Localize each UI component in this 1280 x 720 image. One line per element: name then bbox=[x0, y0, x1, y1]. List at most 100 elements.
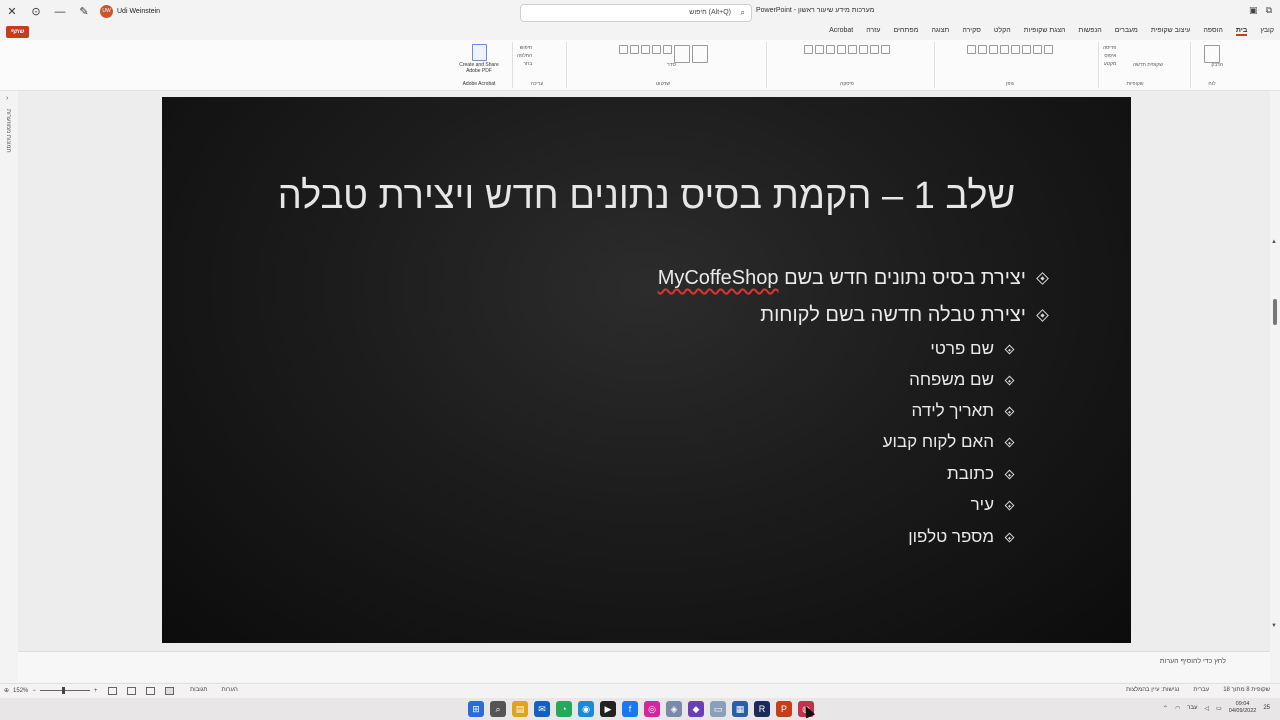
shadow-icon[interactable] bbox=[1011, 45, 1020, 54]
field-birth-date[interactable]: תאריך לידה bbox=[912, 401, 1015, 421]
tab-developer[interactable]: מפתחים bbox=[894, 27, 919, 36]
tab-transitions[interactable]: מעברים bbox=[1115, 27, 1138, 36]
slide[interactable]: שלב 1 – הקמת בסיס נתונים חדש ויצירת טבלה… bbox=[162, 97, 1131, 643]
comments-button[interactable]: תגובות bbox=[190, 687, 208, 693]
language-switch[interactable]: עבר bbox=[1187, 705, 1197, 711]
facebook-icon[interactable]: f bbox=[622, 701, 638, 717]
zoom-in-icon[interactable]: + bbox=[94, 688, 98, 694]
create-pdf-button[interactable]: Create and Share Adobe PDF Adobe Acrobat bbox=[452, 42, 506, 88]
scroll-down-icon[interactable]: ▼ bbox=[1271, 623, 1277, 629]
presenter-view-icon[interactable] bbox=[108, 687, 117, 695]
search-input[interactable]: חיפוש (Alt+Q) ⌕ bbox=[520, 4, 752, 22]
tab-slideshow[interactable]: הצגת שקופיות bbox=[1024, 27, 1066, 36]
start-icon[interactable]: ⊞ bbox=[468, 701, 484, 717]
expand-pane-icon[interactable]: › bbox=[6, 95, 8, 102]
rectangle-icon[interactable] bbox=[618, 45, 628, 54]
tab-help[interactable]: עזרה bbox=[866, 27, 880, 36]
reset-button[interactable]: איפוס bbox=[1104, 53, 1116, 59]
field-phone[interactable]: מספר טלפון bbox=[908, 527, 1015, 547]
arrange-icon[interactable] bbox=[673, 45, 690, 63]
autosave-icon[interactable]: ⊙ bbox=[28, 4, 44, 20]
notes-placeholder[interactable]: לחץ כדי להוסיף הערות bbox=[1160, 658, 1226, 665]
restore-icon[interactable]: ⧉ bbox=[1266, 5, 1272, 16]
tab-acrobat[interactable]: Acrobat bbox=[829, 27, 853, 36]
present-icon[interactable]: ▣ bbox=[1249, 5, 1258, 16]
scroll-thumb[interactable] bbox=[1273, 299, 1277, 325]
visual-studio-icon[interactable]: ◆ bbox=[688, 701, 704, 717]
replace-button[interactable]: החלפה bbox=[517, 53, 532, 59]
paste-icon[interactable] bbox=[1204, 45, 1220, 63]
edge-icon[interactable]: ◉ bbox=[578, 701, 594, 717]
notification-badge[interactable]: 25 bbox=[1263, 705, 1270, 711]
tab-design[interactable]: עיצוב שקופית bbox=[1151, 27, 1191, 36]
file-explorer-icon[interactable]: ▤ bbox=[512, 701, 528, 717]
bullets-icon[interactable] bbox=[804, 45, 813, 54]
sorter-view-icon[interactable] bbox=[146, 687, 155, 695]
zoom-slider[interactable] bbox=[39, 687, 90, 694]
powerpoint-icon[interactable]: P bbox=[776, 701, 792, 717]
vertical-scrollbar[interactable]: ▲ ▼ bbox=[1270, 91, 1280, 651]
tab-view[interactable]: תצוגה bbox=[931, 27, 949, 36]
accessibility-status[interactable]: נגישות: עיין בהמלצות bbox=[1126, 687, 1179, 693]
user-account[interactable]: UW Udi Weinstein bbox=[100, 5, 160, 18]
underline-icon[interactable] bbox=[989, 45, 998, 54]
field-first-name[interactable]: שם פרטי bbox=[930, 339, 1015, 359]
reading-view-icon[interactable] bbox=[127, 687, 136, 695]
app-icon[interactable]: ◈ bbox=[666, 701, 682, 717]
battery-icon[interactable]: ▭ bbox=[1216, 705, 1222, 712]
font-color-icon[interactable] bbox=[1022, 45, 1031, 54]
media-icon[interactable]: ▶ bbox=[600, 701, 616, 717]
notes-pane[interactable]: לחץ כדי להוסיף הערות bbox=[18, 651, 1270, 682]
italic-icon[interactable] bbox=[978, 45, 987, 54]
arrow-icon[interactable] bbox=[651, 45, 661, 54]
close-icon[interactable]: ✕ bbox=[4, 4, 20, 20]
zoom-level[interactable]: 152% bbox=[13, 688, 28, 694]
wifi-icon[interactable]: ◠ bbox=[1175, 705, 1180, 712]
outlook-icon[interactable]: ✉ bbox=[534, 701, 550, 717]
fit-icon[interactable]: ⊕ bbox=[4, 687, 9, 694]
tab-record[interactable]: הקלט bbox=[994, 27, 1011, 36]
layout-button[interactable]: פריסה bbox=[1103, 45, 1116, 51]
tab-insert[interactable]: הוספה bbox=[1203, 27, 1222, 36]
field-address[interactable]: כתובת bbox=[947, 464, 1015, 484]
thumbnails-label[interactable]: תמונות ממוזערות bbox=[5, 109, 11, 153]
clock[interactable]: 09:04 04/09/2022 bbox=[1229, 701, 1257, 715]
strike-icon[interactable] bbox=[1000, 45, 1009, 54]
align-left-icon[interactable] bbox=[859, 45, 868, 54]
justify-icon[interactable] bbox=[870, 45, 879, 54]
font-size-icon[interactable] bbox=[1044, 45, 1053, 54]
line-icon[interactable] bbox=[640, 45, 650, 54]
instagram-icon[interactable]: ◎ bbox=[644, 701, 660, 717]
quick-styles-icon[interactable] bbox=[691, 45, 708, 63]
scroll-up-icon[interactable]: ▲ bbox=[1271, 239, 1277, 245]
field-last-name[interactable]: שם משפחה bbox=[909, 370, 1015, 390]
section-button[interactable]: מקטע bbox=[1104, 61, 1117, 67]
align-center-icon[interactable] bbox=[848, 45, 857, 54]
pen-icon[interactable]: ✎ bbox=[76, 4, 92, 20]
indent-icon[interactable] bbox=[826, 45, 835, 54]
volume-icon[interactable]: ◁ bbox=[1204, 705, 1209, 712]
field-city[interactable]: עיר bbox=[971, 495, 1015, 515]
tab-review[interactable]: סקירה bbox=[962, 27, 981, 36]
share-button[interactable]: שתף bbox=[6, 26, 30, 38]
tab-file[interactable]: קובץ bbox=[1260, 27, 1274, 36]
highlight-icon[interactable] bbox=[1033, 45, 1042, 54]
tab-animations[interactable]: הנפשות bbox=[1078, 27, 1101, 36]
bold-icon[interactable] bbox=[967, 45, 976, 54]
select-button[interactable]: בחר bbox=[523, 61, 532, 67]
new-slide-button[interactable]: שקופית חדשה bbox=[1133, 62, 1163, 68]
triangle-icon[interactable] bbox=[662, 45, 672, 54]
normal-view-icon[interactable] bbox=[165, 687, 174, 695]
field-regular-customer[interactable]: האם לקוח קבוע bbox=[883, 432, 1015, 452]
find-button[interactable]: חיפוש bbox=[520, 45, 533, 51]
slide-title[interactable]: שלב 1 – הקמת בסיס נתונים חדש ויצירת טבלה bbox=[222, 175, 1071, 218]
zoom-slider-knob[interactable] bbox=[61, 687, 65, 694]
search-taskbar-icon[interactable]: ⌕ bbox=[490, 701, 506, 717]
photos-icon[interactable]: ▦ bbox=[732, 701, 748, 717]
align-right-icon[interactable] bbox=[837, 45, 846, 54]
minimize-icon[interactable]: — bbox=[52, 4, 68, 20]
bullet-create-db[interactable]: יצירת בסיס נתונים חדש בשם MyCoffeShop bbox=[658, 267, 1049, 290]
oval-icon[interactable] bbox=[629, 45, 639, 54]
bullet-create-table[interactable]: יצירת טבלה חדשה בשם לקוחות bbox=[760, 304, 1049, 327]
monitor-icon[interactable]: ▭ bbox=[710, 701, 726, 717]
